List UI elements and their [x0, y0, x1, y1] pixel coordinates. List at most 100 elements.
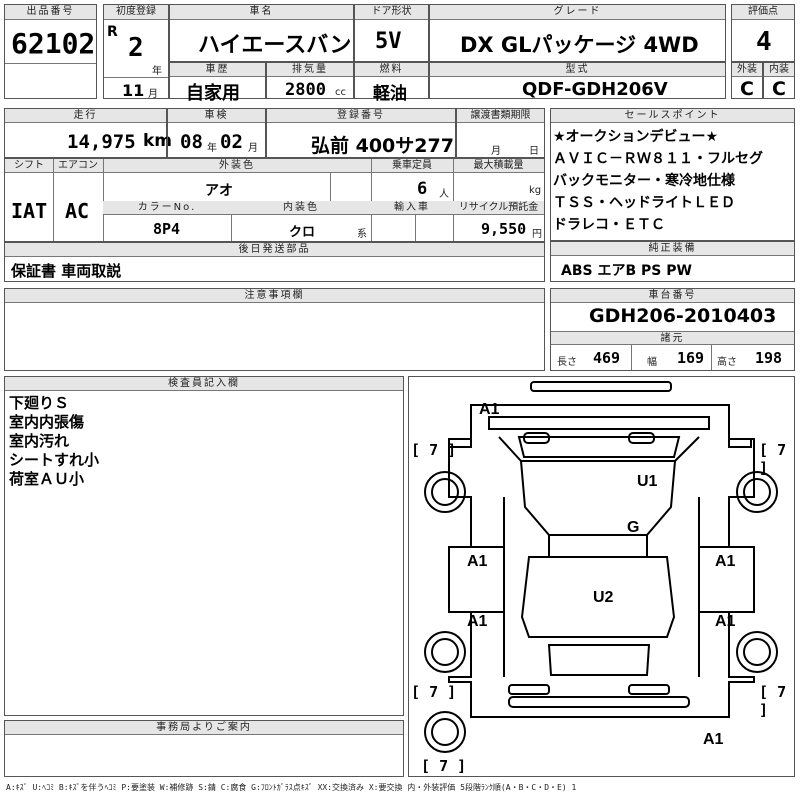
- chassis-cell: 車台番号 GDH206-2010403 諸元 長さ 469 幅 169 高さ 1…: [550, 288, 795, 371]
- sales-cell: セールスポイント ★オークションデビュー★ ＡＶＩＣ－ＲＷ８１１・フルセグ バッ…: [550, 108, 795, 241]
- equipment-cell: 純正装備 ABS エアB PS PW: [550, 241, 795, 282]
- transfer-month: 月: [491, 146, 501, 157]
- hgt: 198: [755, 349, 783, 367]
- damage-mark: A1: [703, 731, 724, 748]
- name-label: 車名: [170, 5, 353, 20]
- capacity-label: 乗車定員: [371, 159, 453, 173]
- shift: IAT: [11, 199, 48, 223]
- wid-label: 幅: [647, 357, 657, 368]
- sales-label: セールスポイント: [551, 109, 794, 123]
- inspector-line: 室内汚れ: [9, 432, 70, 450]
- disp-label: 排気量: [267, 63, 353, 77]
- sales-line: ★オークションデビュー★: [553, 129, 719, 145]
- chassis-number: GDH206-2010403: [589, 305, 777, 327]
- score-cell: 評価点 4: [731, 4, 795, 62]
- damage-mark: A1: [467, 613, 488, 630]
- mileage-cell: 走行 14,975 km: [4, 108, 172, 158]
- ac-label: エアコン: [53, 159, 103, 173]
- office-label: 事務局よりご案内: [5, 721, 403, 735]
- insp-month: 02: [220, 131, 243, 153]
- inspection-label: 車検: [168, 109, 265, 123]
- model-label: 型式: [430, 63, 725, 77]
- history-label: 車歴: [170, 63, 265, 77]
- int-color: クロ: [289, 225, 316, 240]
- tire-rr-value: 7: [777, 683, 787, 701]
- lot-label: 出品番号: [5, 5, 96, 20]
- insp-month-unit: 月: [248, 143, 258, 154]
- shift-label: シフト: [5, 159, 53, 173]
- car-outline: [424, 381, 778, 753]
- sales-line: バックモニター・寒冷地仕様: [553, 173, 735, 189]
- header-block: 出品番号 62102 初度登録 R 2 年 11 月 車名 ハイエースバン ドア…: [4, 4, 795, 104]
- damage-diagram: [ 7 ] [ 7 ] [ 7 ] [ 7 ] [ 7 ] A1 U1 G A1…: [408, 376, 795, 777]
- door-label: ドア形状: [355, 5, 428, 20]
- inspector-line: シートすれ小: [9, 451, 100, 469]
- displacement: 2800: [285, 80, 326, 100]
- damage-mark: U1: [637, 473, 658, 490]
- mileage-label: 走行: [5, 109, 166, 123]
- recycle: 9,550: [481, 220, 527, 238]
- int-color-unit: 系: [357, 229, 367, 240]
- model-cell: 型式 QDF-GDH206V: [429, 62, 726, 100]
- damage-mark: G: [627, 519, 640, 536]
- tire-spare: [ 7 ]: [421, 757, 467, 775]
- grade-label: グレード: [430, 5, 725, 20]
- wid: 169: [677, 349, 705, 367]
- notes-cell: 注意事項欄: [4, 288, 545, 371]
- sales-line: ＡＶＩＣ－ＲＷ８１１・フルセグ: [553, 151, 763, 167]
- ext-label: 外装: [732, 63, 762, 77]
- door-type: 5V: [375, 29, 402, 54]
- recycle-label: リサイクル預託金: [453, 201, 544, 215]
- name-cell: 車名 ハイエースバン: [169, 4, 354, 62]
- grade-cell: グレード DX GLパッケージ 4WD: [429, 4, 726, 62]
- first-reg-cell: 初度登録 R 2 年 11 月: [103, 4, 169, 100]
- tire-rr: [ 7 ]: [759, 683, 787, 719]
- sales-lines: ★オークションデビュー★ ＡＶＩＣ－ＲＷ８１１・フルセグ バックモニター・寒冷地…: [553, 126, 793, 236]
- tire-fr-value: 7: [777, 441, 787, 459]
- damage-mark: U2: [593, 589, 614, 606]
- fuel: 軽油: [373, 84, 407, 104]
- inspector-line: 下廻りＳ: [9, 394, 70, 412]
- equipment-label: 純正装備: [551, 242, 794, 256]
- damage-mark: A1: [715, 553, 736, 570]
- month-unit: 月: [148, 89, 158, 100]
- chassis-label: 車台番号: [551, 289, 794, 303]
- insp-year-unit: 年: [207, 143, 217, 154]
- dims-label: 諸元: [551, 331, 794, 345]
- inspector-cell: 検査員記入欄 下廻りＳ 室内内張傷 室内汚れ シートすれ小 荷室ＡＵ小: [4, 376, 404, 716]
- inspector-label: 検査員記入欄: [5, 377, 403, 391]
- tire-fr: [ 7 ]: [759, 441, 787, 477]
- load-unit: kg: [529, 185, 542, 196]
- damage-mark: A1: [479, 401, 500, 418]
- inspector-lines: 下廻りＳ 室内内張傷 室内汚れ シートすれ小 荷室ＡＵ小: [9, 394, 99, 489]
- capacity-unit: 人: [439, 189, 449, 200]
- plate-label: 登録番号: [267, 109, 455, 123]
- score: 4: [756, 27, 772, 57]
- insp-year: 08: [180, 131, 203, 153]
- reg-month: 11: [122, 81, 145, 100]
- inspector-line: 室内内張傷: [9, 413, 85, 431]
- ext-color-label: 外装色: [103, 159, 371, 173]
- damage-mark: A1: [467, 553, 488, 570]
- car-name: ハイエースバン: [198, 33, 352, 58]
- legend: A:ｷｽﾞ U:ﾍｺﾐ B:ｷｽﾞを伴うﾍｺﾐ P:要塗装 W:補修跡 S:錆 …: [6, 783, 577, 792]
- reg-year: 2: [128, 33, 144, 63]
- disp-unit: cc: [335, 87, 346, 98]
- mileage: 14,975: [67, 131, 136, 153]
- fuel-cell: 燃料 軽油: [354, 62, 429, 104]
- tire-rl-value: 7: [429, 683, 439, 701]
- damage-mark: A1: [715, 613, 736, 630]
- inspector-line: 荷室ＡＵ小: [9, 470, 85, 488]
- len: 469: [593, 349, 621, 367]
- notes-label: 注意事項欄: [5, 289, 544, 303]
- sales-line: ＴＳＳ・ヘッドライトＬＥＤ: [553, 195, 735, 211]
- recycle-unit: 円: [532, 229, 542, 240]
- int-color-label: 内装色: [231, 201, 371, 215]
- hgt-label: 高さ: [717, 357, 737, 368]
- sales-line: ドラレコ・ＥＴＣ: [553, 217, 665, 233]
- transfer-cell: 譲渡書類期限 月 日: [456, 108, 545, 158]
- parts-label: 後日発送部品: [5, 243, 544, 257]
- import-label: 輸入車: [371, 201, 453, 215]
- ext-cell: 外装 C: [731, 62, 763, 100]
- tire-fl-value: 7: [429, 441, 439, 459]
